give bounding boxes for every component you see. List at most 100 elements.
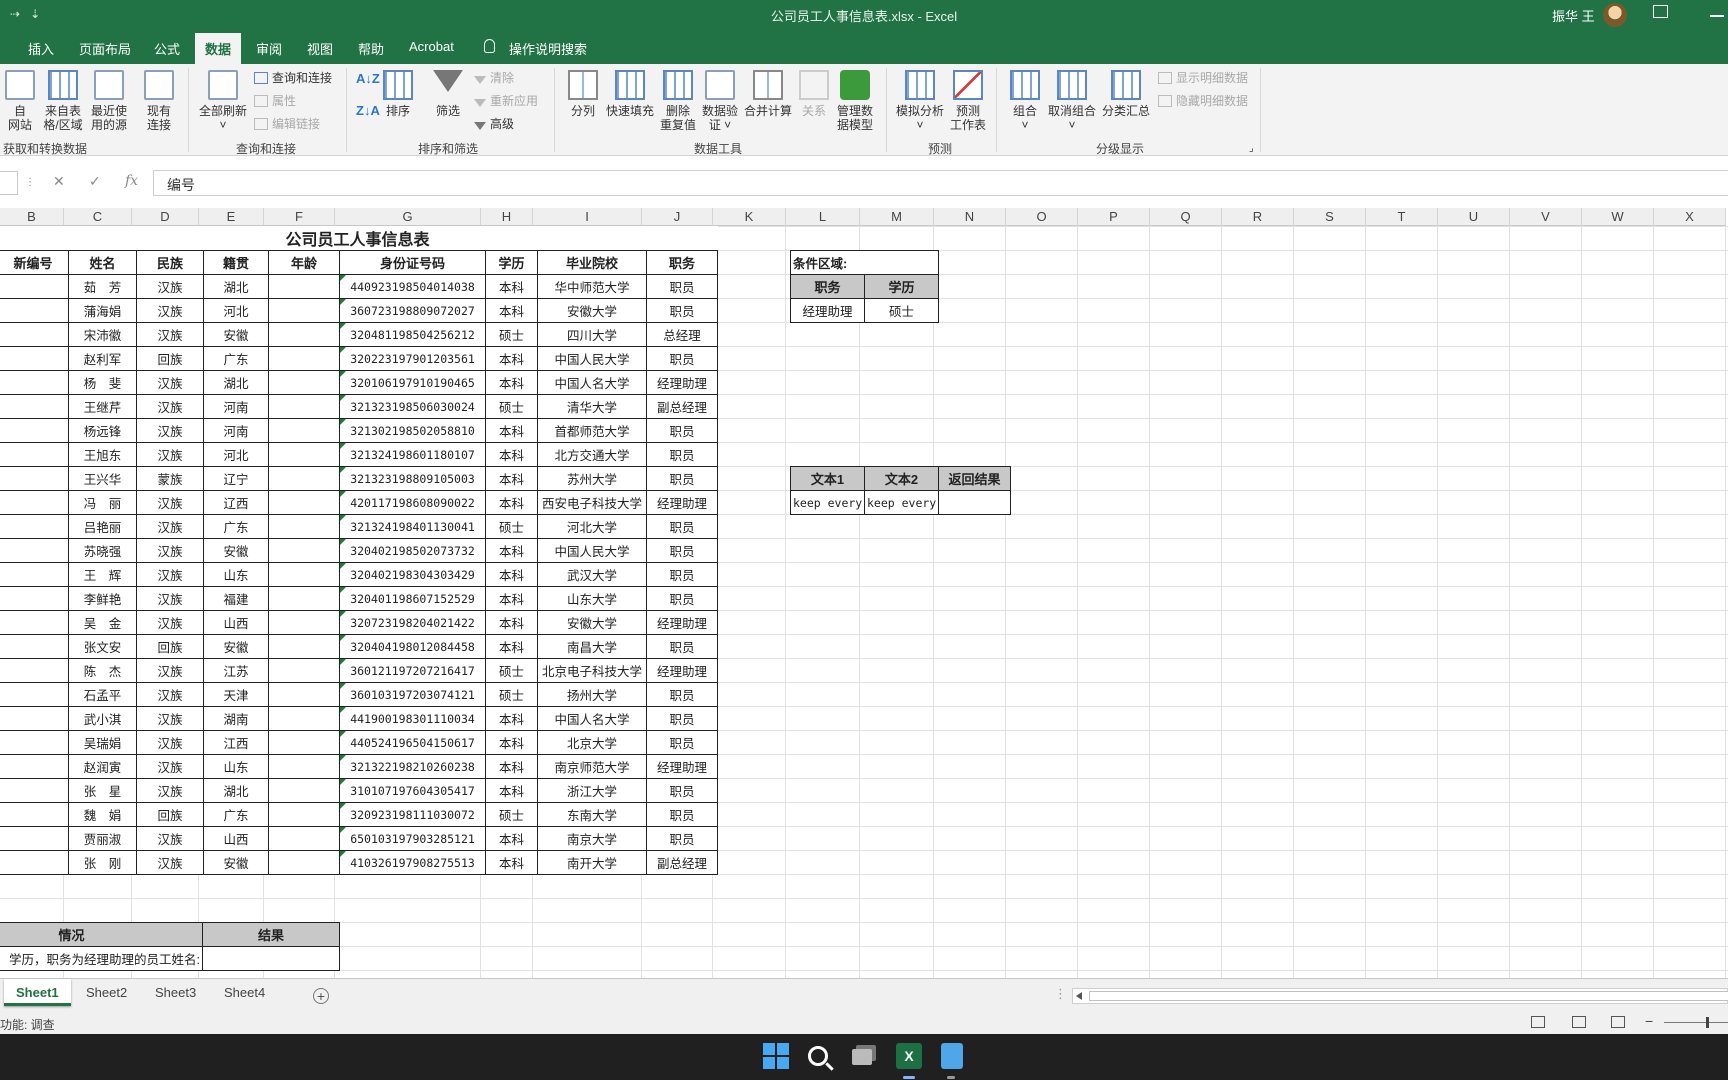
cell-school[interactable]: 北京大学 xyxy=(537,730,647,755)
cell-id-number[interactable]: 310107197604305417 xyxy=(339,778,486,803)
cell-ethnicity[interactable]: 汉族 xyxy=(136,850,204,875)
condition-value-education[interactable]: 硕士 xyxy=(863,298,940,323)
properties-button[interactable]: 属性 xyxy=(254,94,296,108)
cell-name[interactable]: 苏晓强 xyxy=(68,538,137,563)
cell-school[interactable]: 浙江大学 xyxy=(537,778,647,803)
cell-education[interactable]: 硕士 xyxy=(485,802,538,827)
formula-input[interactable]: 编号 xyxy=(153,170,1728,196)
avatar[interactable] xyxy=(1603,3,1627,27)
column-header-g[interactable]: G xyxy=(335,208,481,226)
cell-name[interactable]: 吴瑞娟 xyxy=(68,730,137,755)
cell-new-id[interactable] xyxy=(0,298,69,323)
consolidate-button[interactable]: 合并计算 xyxy=(742,70,794,118)
cell-id-number[interactable]: 320723198204021422 xyxy=(339,610,486,635)
cell-ethnicity[interactable]: 汉族 xyxy=(136,370,204,395)
cell-ethnicity[interactable]: 汉族 xyxy=(136,778,204,803)
group-button[interactable]: 组合 ˅ xyxy=(1008,70,1042,132)
horizontal-scrollbar[interactable] xyxy=(1072,988,1728,1004)
cell-position[interactable]: 经理助理 xyxy=(645,490,719,515)
cell-id-number[interactable]: 360121197207216417 xyxy=(339,658,486,683)
text-compare-table[interactable]: 文本1 文本2 返回结果 keep every keep every xyxy=(790,466,1011,515)
scroll-left-icon[interactable] xyxy=(1076,992,1082,1000)
cell-id-number[interactable]: 320402198304303429 xyxy=(339,562,486,587)
cell-position[interactable]: 职员 xyxy=(645,778,719,803)
cell-id-number[interactable]: 321324198601180107 xyxy=(339,442,486,467)
table-row[interactable]: 吕艳丽 汉族 广东 321324198401130041 硕士 河北大学 职员 xyxy=(0,514,719,539)
cell-school[interactable]: 武汉大学 xyxy=(537,562,647,587)
tab-data[interactable]: 数据 xyxy=(195,33,242,64)
cell-education[interactable]: 本科 xyxy=(485,370,538,395)
table-row[interactable]: 吴瑞娟 汉族 江西 440524196504150617 本科 北京大学 职员 xyxy=(0,730,719,755)
cell-new-id[interactable] xyxy=(0,538,69,563)
cell-new-id[interactable] xyxy=(0,586,69,611)
cell-native-place[interactable]: 福建 xyxy=(203,586,269,611)
table-row[interactable]: 魏 娟回族 广东 320923198111030072 硕士 东南大学 职员 xyxy=(0,802,719,827)
cancel-icon[interactable]: ✕ xyxy=(53,173,65,190)
cell-education[interactable]: 本科 xyxy=(485,274,538,299)
cell-ethnicity[interactable]: 汉族 xyxy=(136,418,204,443)
cell-id-number[interactable]: 321324198401130041 xyxy=(339,514,486,539)
column-header-b[interactable]: B xyxy=(0,208,64,226)
flash-fill-button[interactable]: 快速填充 xyxy=(604,70,656,118)
column-header-p[interactable]: P xyxy=(1078,208,1150,226)
cell-school[interactable]: 安徽大学 xyxy=(537,298,647,323)
cell-age[interactable] xyxy=(268,514,340,539)
recent-sources-button[interactable]: 最近使 用的源 xyxy=(88,70,130,132)
cell-education[interactable]: 本科 xyxy=(485,754,538,779)
cell-id-number[interactable]: 320404198012084458 xyxy=(339,634,486,659)
cell-new-id[interactable] xyxy=(0,394,69,419)
cell-native-place[interactable]: 山东 xyxy=(203,754,269,779)
cell-education[interactable]: 本科 xyxy=(485,442,538,467)
cell-school[interactable]: 中国人民大学 xyxy=(537,538,647,563)
cell-name[interactable]: 陈 杰 xyxy=(68,658,137,683)
cell-id-number[interactable]: 650103197903285121 xyxy=(339,826,486,851)
cell-position[interactable]: 职员 xyxy=(645,538,719,563)
header-name[interactable]: 姓名 xyxy=(68,250,137,275)
cell-new-id[interactable] xyxy=(0,706,69,731)
cell-school[interactable]: 扬州大学 xyxy=(537,682,647,707)
cell-id-number[interactable]: 320401198607152529 xyxy=(339,586,486,611)
cell-ethnicity[interactable]: 蒙族 xyxy=(136,466,204,491)
cell-name[interactable]: 冯 丽 xyxy=(68,490,137,515)
cell-school[interactable]: 清华大学 xyxy=(537,394,647,419)
page-layout-view-icon[interactable] xyxy=(1572,1016,1586,1028)
column-header-d[interactable]: D xyxy=(132,208,199,226)
ribbon-display-options-icon[interactable] xyxy=(1653,5,1668,18)
compare-header-text1[interactable]: 文本1 xyxy=(790,466,865,491)
cell-position[interactable]: 副总经理 xyxy=(645,850,719,875)
cell-native-place[interactable]: 湖北 xyxy=(203,274,269,299)
cell-native-place[interactable]: 安徽 xyxy=(203,322,269,347)
cell-id-number[interactable]: 440923198504014038 xyxy=(339,274,486,299)
cell-native-place[interactable]: 河南 xyxy=(203,418,269,443)
cell-id-number[interactable]: 320106197910190465 xyxy=(339,370,486,395)
cell-age[interactable] xyxy=(268,706,340,731)
table-row[interactable]: 贾丽淑 汉族 山西 650103197903285121 本科 南京大学 职员 xyxy=(0,826,719,851)
cell-position[interactable]: 职员 xyxy=(645,706,719,731)
page-break-view-icon[interactable] xyxy=(1611,1016,1625,1028)
cell-native-place[interactable]: 安徽 xyxy=(203,634,269,659)
cell-ethnicity[interactable]: 汉族 xyxy=(136,298,204,323)
cell-position[interactable]: 职员 xyxy=(645,298,719,323)
cell-education[interactable]: 本科 xyxy=(485,706,538,731)
table-row[interactable]: 张文安 回族 安徽 320404198012084458 本科 南昌大学 职员 xyxy=(0,634,719,659)
cell-education[interactable]: 本科 xyxy=(485,778,538,803)
reapply-button[interactable]: 重新应用 xyxy=(474,94,538,108)
cell-age[interactable] xyxy=(268,274,340,299)
cell-age[interactable] xyxy=(268,850,340,875)
cell-new-id[interactable] xyxy=(0,658,69,683)
cell-age[interactable] xyxy=(268,802,340,827)
table-row[interactable]: 王旭东 汉族 河北 321324198601180107 本科 北方交通大学 职员 xyxy=(0,442,719,467)
cell-ethnicity[interactable]: 汉族 xyxy=(136,658,204,683)
scroll-thumb[interactable] xyxy=(1089,991,1728,1001)
cell-school[interactable]: 河北大学 xyxy=(537,514,647,539)
cell-ethnicity[interactable]: 汉族 xyxy=(136,562,204,587)
cell-education[interactable]: 本科 xyxy=(485,418,538,443)
table-row[interactable]: 蒲海娟 汉族 河北 360723198809072027 本科 安徽大学 职员 xyxy=(0,298,719,323)
insert-function-icon[interactable]: fx xyxy=(125,173,138,189)
cell-position[interactable]: 总经理 xyxy=(645,322,719,347)
cell-native-place[interactable]: 安徽 xyxy=(203,538,269,563)
data-validation-button[interactable]: 数据验 证 ˅ xyxy=(700,70,740,132)
query-header-result[interactable]: 结果 xyxy=(202,922,340,947)
condition-area-title[interactable]: 条件区域: xyxy=(789,250,940,275)
cell-position[interactable]: 职员 xyxy=(645,826,719,851)
